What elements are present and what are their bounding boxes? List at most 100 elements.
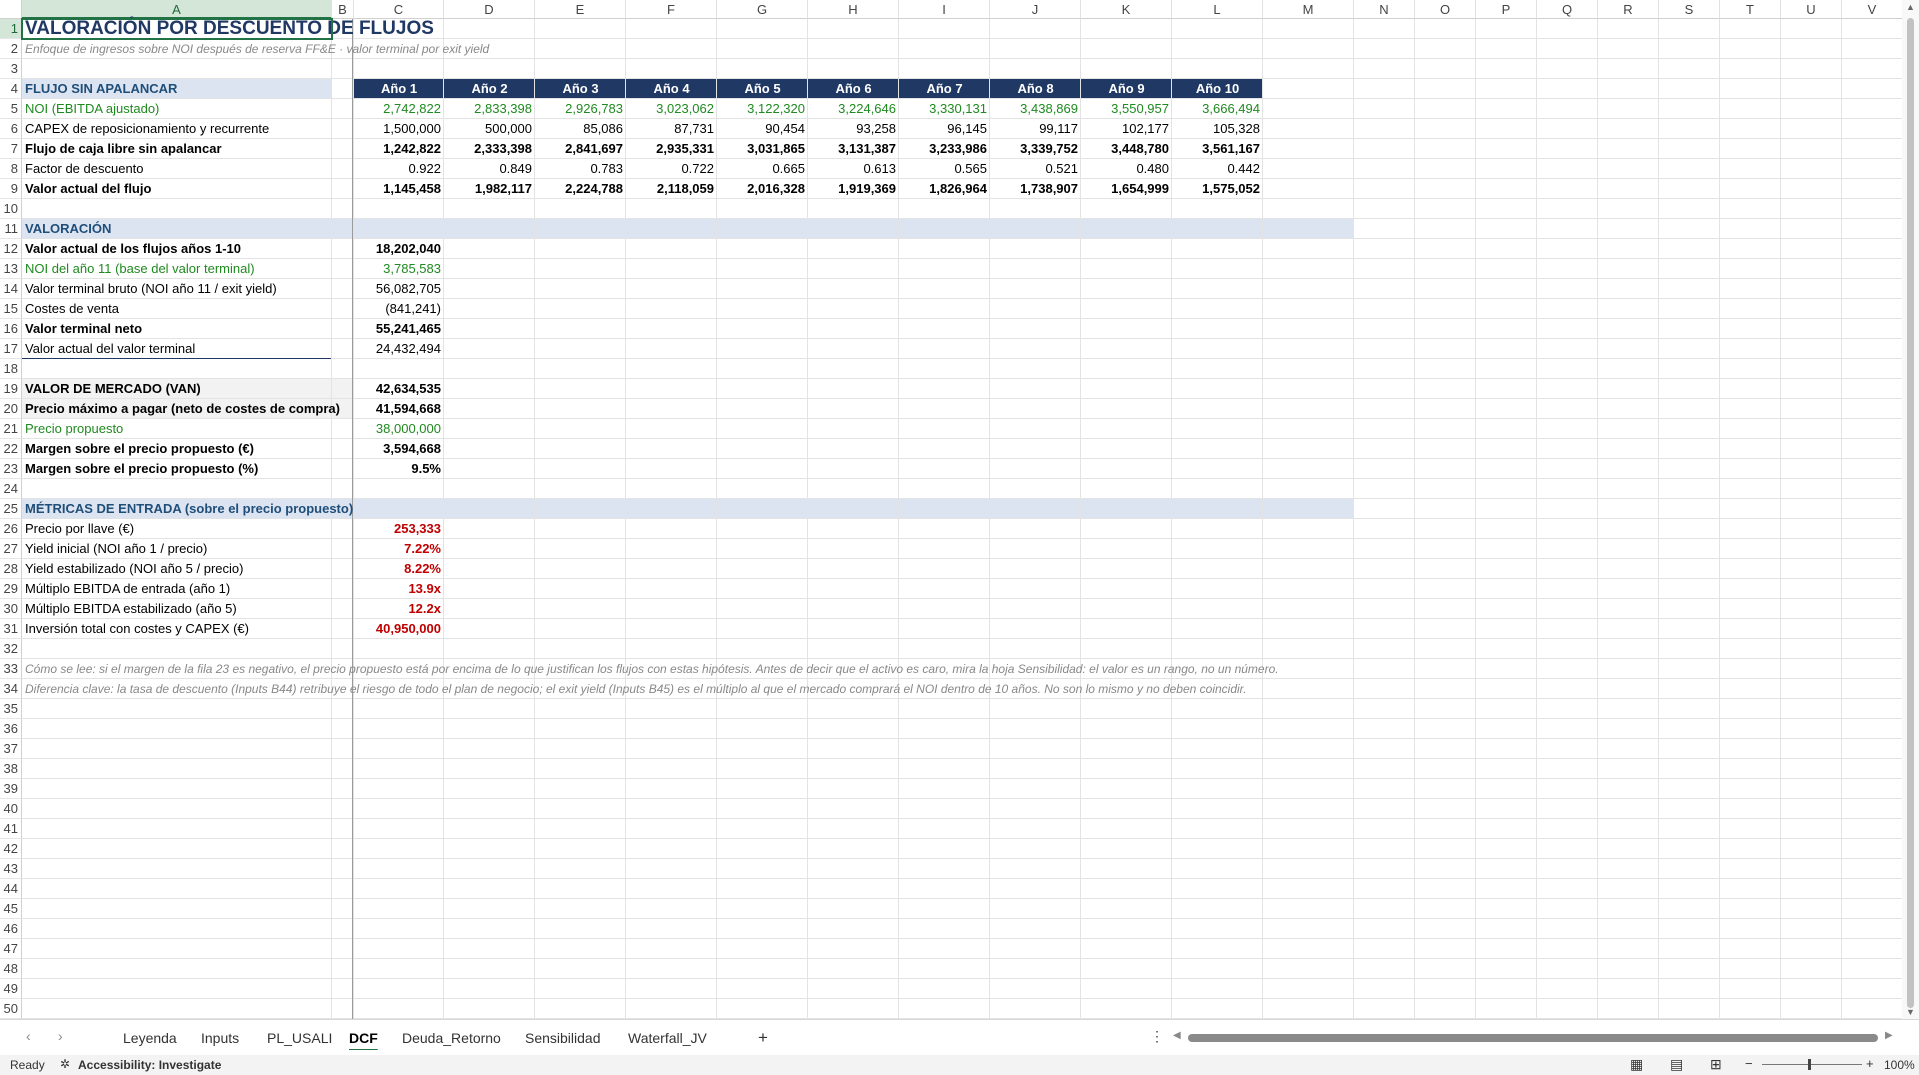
flow-value-cell[interactable]: 1,982,117 <box>444 179 535 199</box>
row-header[interactable]: 20 <box>0 399 22 419</box>
row-header[interactable]: 40 <box>0 799 22 819</box>
flow-value-cell[interactable]: 0.613 <box>808 159 899 179</box>
metric-value[interactable]: 40,950,000 <box>354 619 444 639</box>
tab-leyenda[interactable]: Leyenda <box>123 1028 177 1048</box>
flow-value-cell[interactable]: 96,145 <box>899 119 990 139</box>
flow-value-cell[interactable]: 0.442 <box>1172 159 1263 179</box>
page-layout-icon[interactable]: ▤ <box>1670 1056 1683 1073</box>
flow-row-label[interactable]: NOI (EBITDA ajustado) <box>22 99 332 119</box>
flow-value-cell[interactable]: 0.521 <box>990 159 1081 179</box>
flow-row-label[interactable]: CAPEX de reposicionamiento y recurrente <box>22 119 332 139</box>
row-header[interactable]: 3 <box>0 59 22 79</box>
row-header[interactable]: 26 <box>0 519 22 539</box>
column-header-i[interactable]: I <box>899 0 990 19</box>
valuation-value[interactable]: 3,785,583 <box>354 259 444 279</box>
flow-value-cell[interactable]: 3,131,387 <box>808 139 899 159</box>
flow-value-cell[interactable]: 2,333,398 <box>444 139 535 159</box>
flow-value-cell[interactable]: 2,016,328 <box>717 179 808 199</box>
year-header[interactable]: Año 9 <box>1081 79 1172 99</box>
section-flujo-sin-apalancar[interactable]: FLUJO SIN APALANCAR <box>22 79 332 99</box>
metric-label[interactable]: Precio por llave (€) <box>22 519 332 539</box>
row-header[interactable]: 44 <box>0 879 22 899</box>
flow-value-cell[interactable]: 1,145,458 <box>354 179 444 199</box>
flow-value-cell[interactable]: 0.922 <box>354 159 444 179</box>
row-header[interactable]: 11 <box>0 219 22 239</box>
flow-value-cell[interactable]: 2,935,331 <box>626 139 717 159</box>
flow-value-cell[interactable]: 3,224,646 <box>808 99 899 119</box>
flow-value-cell[interactable]: 1,654,999 <box>1081 179 1172 199</box>
row-header[interactable]: 41 <box>0 819 22 839</box>
flow-value-cell[interactable]: 1,242,822 <box>354 139 444 159</box>
flow-value-cell[interactable]: 3,550,957 <box>1081 99 1172 119</box>
valuation-label[interactable]: Valor actual del valor terminal <box>22 339 332 359</box>
next-sheet-icon[interactable]: › <box>58 1028 63 1044</box>
flow-value-cell[interactable]: 3,339,752 <box>990 139 1081 159</box>
row-header[interactable]: 6 <box>0 119 22 139</box>
scroll-down-arrow[interactable]: ▼ <box>1906 1007 1915 1017</box>
row-header[interactable]: 46 <box>0 919 22 939</box>
market-value[interactable]: 9.5% <box>354 459 444 479</box>
prev-sheet-icon[interactable]: ‹ <box>26 1028 31 1044</box>
zoom-out-icon[interactable]: − <box>1745 1056 1753 1071</box>
row-header[interactable]: 43 <box>0 859 22 879</box>
valuation-value[interactable]: 55,241,465 <box>354 319 444 339</box>
flow-value-cell[interactable]: 105,328 <box>1172 119 1263 139</box>
flow-value-cell[interactable]: 3,031,865 <box>717 139 808 159</box>
metric-label[interactable]: Inversión total con costes y CAPEX (€) <box>22 619 332 639</box>
row-header[interactable]: 32 <box>0 639 22 659</box>
market-label[interactable]: Precio máximo a pagar (neto de costes de… <box>22 399 340 419</box>
row-header[interactable]: 16 <box>0 319 22 339</box>
flow-value-cell[interactable]: 0.565 <box>899 159 990 179</box>
valuation-label[interactable]: Valor actual de los flujos años 1-10 <box>22 239 332 259</box>
flow-value-cell[interactable]: 3,023,062 <box>626 99 717 119</box>
column-header-t[interactable]: T <box>1720 0 1781 19</box>
select-all-corner[interactable] <box>0 0 22 19</box>
row-header[interactable]: 48 <box>0 959 22 979</box>
market-value[interactable]: 3,594,668 <box>354 439 444 459</box>
metric-value[interactable]: 7.22% <box>354 539 444 559</box>
flow-value-cell[interactable]: 93,258 <box>808 119 899 139</box>
row-header[interactable]: 1 <box>0 19 22 39</box>
flow-row-label[interactable]: Flujo de caja libre sin apalancar <box>22 139 332 159</box>
column-header-k[interactable]: K <box>1081 0 1172 19</box>
row-header[interactable]: 42 <box>0 839 22 859</box>
accessibility-status[interactable]: Accessibility: Investigate <box>78 1058 221 1072</box>
row-header[interactable]: 35 <box>0 699 22 719</box>
column-header-g[interactable]: G <box>717 0 808 19</box>
metric-value[interactable]: 8.22% <box>354 559 444 579</box>
row-header[interactable]: 5 <box>0 99 22 119</box>
valuation-label[interactable]: NOI del año 11 (base del valor terminal) <box>22 259 332 279</box>
row-header[interactable]: 37 <box>0 739 22 759</box>
tab-waterfall-jv[interactable]: Waterfall_JV <box>628 1028 707 1048</box>
add-sheet-button[interactable]: + <box>758 1028 768 1048</box>
year-header[interactable]: Año 3 <box>535 79 626 99</box>
valuation-label[interactable]: Valor terminal neto <box>22 319 332 339</box>
row-header[interactable]: 13 <box>0 259 22 279</box>
flow-value-cell[interactable]: 1,919,369 <box>808 179 899 199</box>
row-header[interactable]: 17 <box>0 339 22 359</box>
row-header[interactable]: 8 <box>0 159 22 179</box>
flow-value-cell[interactable]: 3,233,986 <box>899 139 990 159</box>
market-label[interactable]: Margen sobre el precio propuesto (€) <box>22 439 332 459</box>
market-label[interactable]: Margen sobre el precio propuesto (%) <box>22 459 332 479</box>
scroll-up-arrow[interactable]: ▲ <box>1906 2 1915 12</box>
metric-value[interactable]: 253,333 <box>354 519 444 539</box>
column-header-r[interactable]: R <box>1598 0 1659 19</box>
row-header[interactable]: 28 <box>0 559 22 579</box>
metric-label[interactable]: Yield inicial (NOI año 1 / precio) <box>22 539 332 559</box>
row-header[interactable]: 15 <box>0 299 22 319</box>
flow-value-cell[interactable]: 1,826,964 <box>899 179 990 199</box>
note-diferencia-clave[interactable]: Diferencia clave: la tasa de descuento (… <box>22 679 1354 699</box>
flow-value-cell[interactable]: 1,500,000 <box>354 119 444 139</box>
row-header[interactable]: 7 <box>0 139 22 159</box>
spreadsheet-grid[interactable]: A B C D E F G H I J K L M N O P Q R S T U V 1 2 3 4 5 6 7 8 9 10 11 12 13 1… <box>0 0 1902 1019</box>
flow-value-cell[interactable]: 2,224,788 <box>535 179 626 199</box>
flow-value-cell[interactable]: 2,841,697 <box>535 139 626 159</box>
tab-deuda-retorno[interactable]: Deuda_Retorno <box>402 1028 501 1048</box>
column-header-n[interactable]: N <box>1354 0 1415 19</box>
row-header[interactable]: 50 <box>0 999 22 1019</box>
flow-value-cell[interactable]: 85,086 <box>535 119 626 139</box>
column-header-h[interactable]: H <box>808 0 899 19</box>
note-como-se-lee[interactable]: Cómo se lee: si el margen de la fila 23 … <box>22 659 1354 679</box>
row-header[interactable]: 24 <box>0 479 22 499</box>
